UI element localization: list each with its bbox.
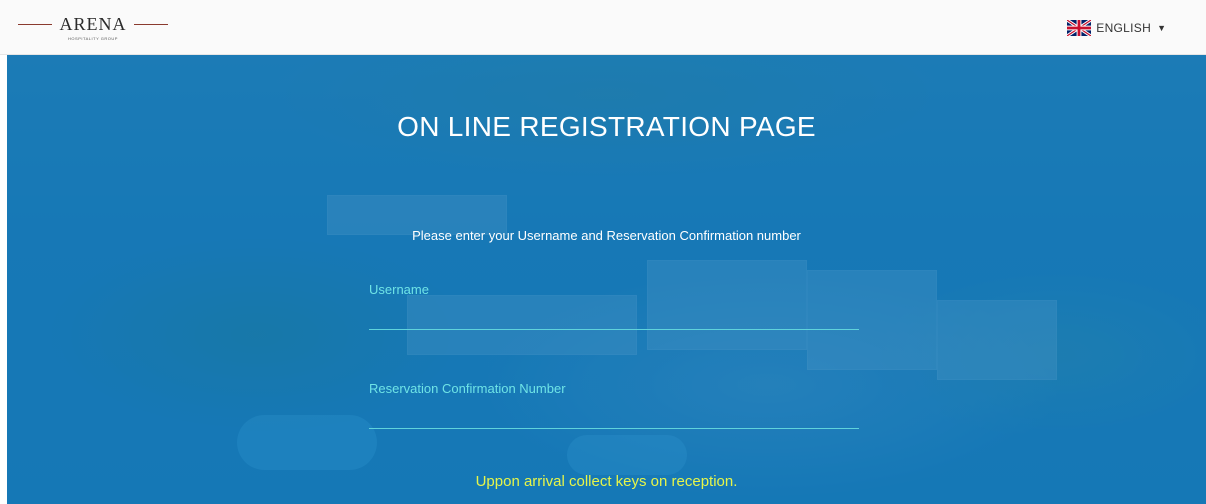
page-title: ON LINE REGISTRATION PAGE bbox=[397, 111, 816, 142]
language-label: ENGLISH bbox=[1096, 21, 1152, 35]
instructions-text: Please enter your Username and Reservati… bbox=[412, 228, 801, 243]
logo-tagline: HOSPITALITY GROUP bbox=[68, 36, 118, 41]
username-input[interactable] bbox=[369, 304, 859, 330]
username-label: Username bbox=[369, 282, 429, 297]
logo-wordmark: ARENA bbox=[59, 14, 127, 34]
hero-background: ON LINE REGISTRATION PAGE Please enter y… bbox=[7, 55, 1206, 504]
username-field-group: Username bbox=[369, 282, 859, 330]
uk-flag-icon bbox=[1067, 20, 1092, 36]
caret-down-icon: ▼ bbox=[1157, 23, 1166, 33]
registration-panel: ON LINE REGISTRATION PAGE Please enter y… bbox=[7, 55, 1206, 504]
language-selector[interactable]: ENGLISH ▼ bbox=[1067, 19, 1166, 37]
reservation-number-input[interactable] bbox=[369, 403, 859, 429]
page: ARENA HOSPITALITY GROUP ENGLISH ▼ ON LIN… bbox=[0, 0, 1206, 504]
reservation-field-group: Reservation Confirmation Number bbox=[369, 381, 859, 429]
arrival-note: Uppon arrival collect keys on reception. bbox=[475, 473, 738, 490]
header: ARENA HOSPITALITY GROUP ENGLISH ▼ bbox=[0, 0, 1206, 55]
reservation-number-label: Reservation Confirmation Number bbox=[369, 381, 566, 396]
arena-logo[interactable]: ARENA HOSPITALITY GROUP bbox=[18, 10, 168, 46]
